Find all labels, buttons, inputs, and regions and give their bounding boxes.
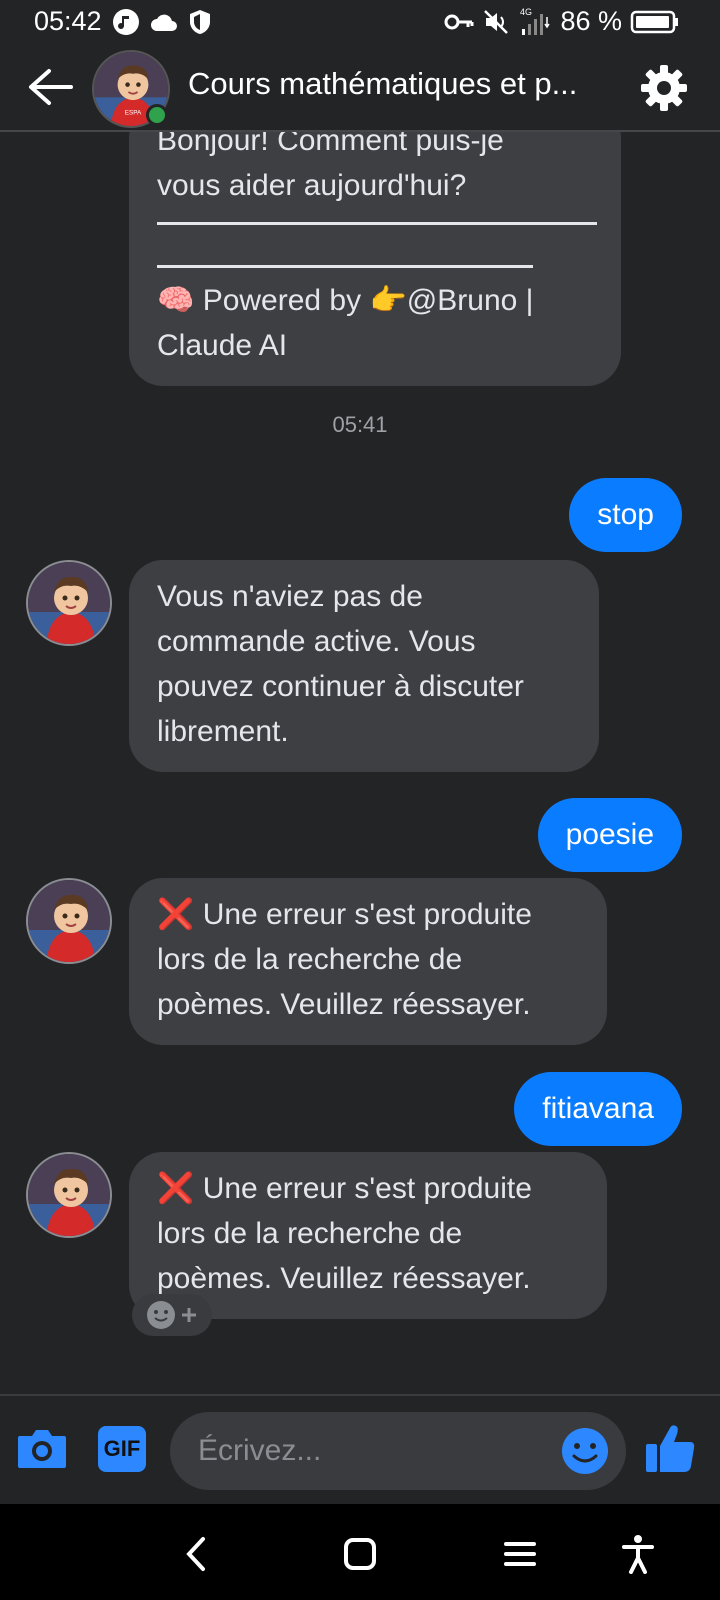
message-text-line: ❌ Une erreur s'est produite	[157, 1172, 532, 1205]
nav-home-button[interactable]	[336, 1530, 384, 1578]
chevron-left-icon	[186, 1537, 205, 1571]
message-text-line: Claude AI	[157, 329, 288, 362]
menu-icon	[504, 1542, 536, 1566]
thumbs-up-icon	[646, 1425, 695, 1472]
message-text-line: Bonjour! Comment puis-je	[157, 132, 504, 157]
status-time: 05:42	[34, 6, 102, 36]
sender-avatar[interactable]	[26, 560, 112, 646]
like-button[interactable]	[644, 1422, 700, 1478]
message-divider	[157, 265, 533, 268]
avatar-image	[28, 1154, 110, 1236]
settings-button[interactable]	[636, 60, 692, 116]
message-timestamp: 05:41	[332, 412, 388, 437]
gear-icon	[641, 65, 687, 111]
message-bubble-outgoing[interactable]: stop	[569, 478, 682, 552]
arrow-left-icon	[29, 69, 73, 105]
avatar-image	[28, 562, 110, 644]
battery-percentage: 86 %	[560, 6, 622, 36]
battery-icon	[630, 10, 678, 33]
status-bar: 05:42 4G 86 %	[0, 0, 720, 44]
avatar-image	[28, 880, 110, 962]
message-composer: GIF	[0, 1394, 720, 1504]
online-status-indicator	[146, 104, 168, 126]
messenger-screen: 05:42 4G 86 % ESPA Cours mathématiques e…	[0, 0, 720, 1600]
system-nav-bar	[0, 1504, 720, 1600]
message-text-line: librement.	[157, 715, 289, 748]
message-text-line: poèmes. Veuillez réessayer.	[157, 988, 531, 1021]
message-bubble-incoming[interactable]: ❌ Une erreur s'est produite lors de la r…	[129, 878, 607, 1045]
key-icon	[444, 14, 474, 29]
message-bubble-outgoing[interactable]: fitiavana	[514, 1072, 682, 1146]
smiley-icon	[147, 1301, 175, 1329]
network-label: 4G	[520, 7, 532, 17]
message-text-line: commande active. Vous	[157, 625, 476, 658]
message-divider	[157, 222, 597, 225]
square-icon	[344, 1538, 376, 1570]
message-text-line: 🧠 Powered by 👉@Bruno |	[157, 284, 534, 317]
emoji-button[interactable]	[560, 1426, 610, 1476]
signal-icon: 4G	[520, 7, 551, 35]
message-input[interactable]	[170, 1412, 626, 1490]
message-text-line: vous aider aujourd'hui?	[157, 169, 467, 202]
message-list[interactable]: Bonjour! Comment puis-je vous aider aujo…	[0, 132, 720, 1394]
camera-button[interactable]	[16, 1426, 72, 1476]
accessibility-icon	[622, 1535, 654, 1574]
message-text-line: poèmes. Veuillez réessayer.	[157, 1262, 531, 1295]
nav-back-button[interactable]	[172, 1530, 220, 1578]
back-button[interactable]	[22, 62, 78, 112]
avatar-badge-text: ESPA	[125, 110, 142, 117]
message-bubble-incoming[interactable]: ❌ Une erreur s'est produite lors de la r…	[129, 1152, 607, 1319]
chat-header: ESPA Cours mathématiques et p...	[0, 44, 720, 132]
add-reaction-button[interactable]	[132, 1294, 212, 1336]
message-text-line: ❌ Une erreur s'est produite	[157, 898, 532, 931]
camera-icon	[18, 1430, 66, 1468]
message-text-line: lors de la recherche de	[157, 1217, 463, 1250]
message-text-line: lors de la recherche de	[157, 943, 463, 976]
smiley-icon	[562, 1428, 608, 1474]
music-note-icon	[113, 9, 139, 35]
cloud-icon	[151, 14, 177, 31]
nav-recents-button[interactable]	[496, 1530, 544, 1578]
mute-icon	[484, 9, 509, 34]
gif-button[interactable]: GIF	[98, 1426, 146, 1472]
chat-title[interactable]: Cours mathématiques et p...	[188, 66, 618, 102]
plus-icon	[182, 1308, 196, 1322]
message-text-line: pouvez continuer à discuter	[157, 670, 524, 703]
message-bubble-outgoing[interactable]: poesie	[537, 798, 682, 872]
message-bubble-incoming[interactable]: Vous n'aviez pas de commande active. Vou…	[129, 560, 599, 772]
message-text-line: Vous n'aviez pas de	[157, 580, 423, 613]
accessibility-button[interactable]	[614, 1530, 662, 1578]
message-bubble-incoming[interactable]: Bonjour! Comment puis-je vous aider aujo…	[129, 132, 621, 386]
sender-avatar[interactable]	[26, 1152, 112, 1238]
shield-icon	[190, 10, 210, 34]
sender-avatar[interactable]	[26, 878, 112, 964]
